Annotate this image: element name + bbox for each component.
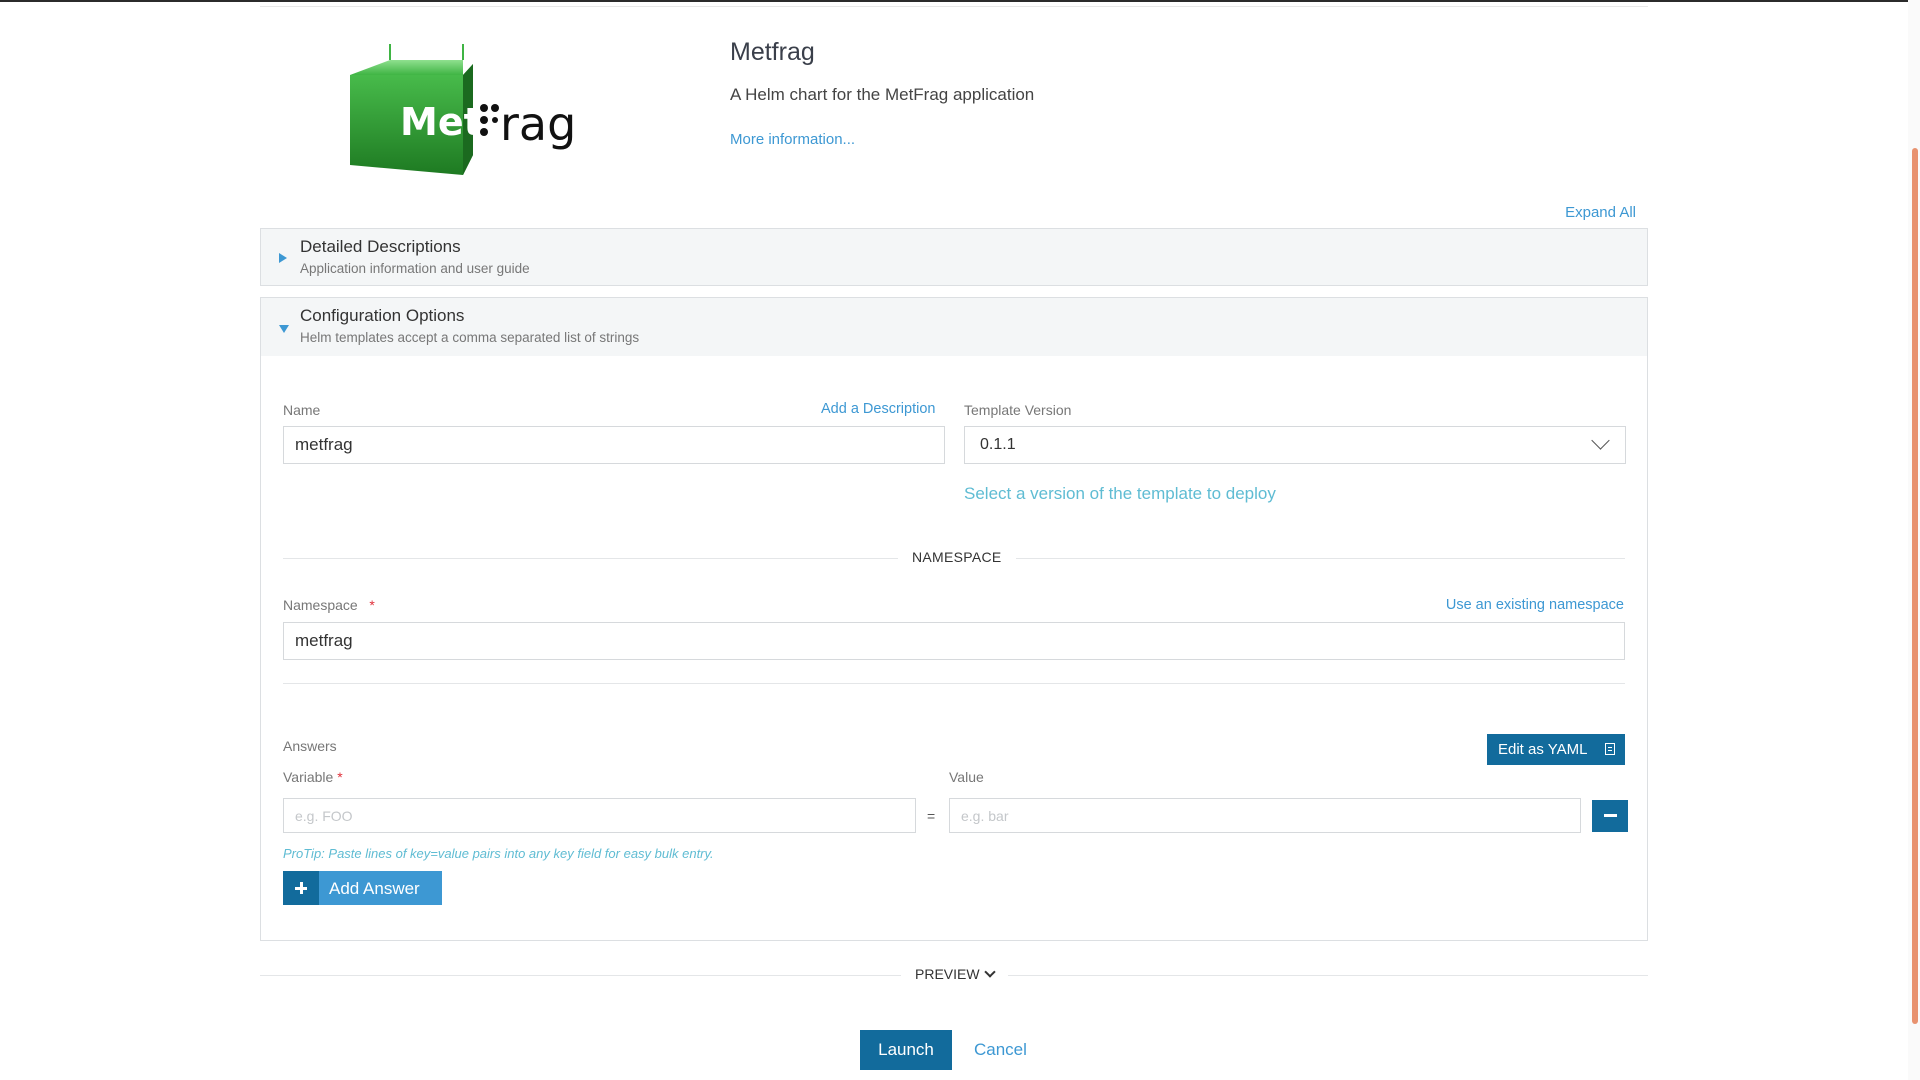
template-version-select[interactable]: 0.1.1 (964, 426, 1626, 464)
add-answer-label: Add Answer (329, 879, 420, 898)
template-version-label: Template Version (964, 402, 1072, 418)
logo-text-met: Met (400, 100, 482, 144)
namespace-input[interactable] (283, 622, 1625, 660)
template-version-value: 0.1.1 (980, 436, 1016, 453)
answers-label: Answers (283, 738, 337, 754)
launch-app-page: Met rag Metfrag A Helm chart for the Met… (260, 0, 1648, 1080)
app-title: Metfrag (730, 38, 815, 66)
scrollbar-thumb[interactable] (1912, 148, 1918, 1024)
header-divider (260, 6, 1648, 7)
accordion-detailed-descriptions[interactable]: Detailed Descriptions Application inform… (260, 228, 1648, 286)
minus-icon (1604, 814, 1617, 817)
namespace-label-text: Namespace (283, 597, 358, 613)
namespace-bottom-divider (283, 683, 1625, 684)
scrollbar-track[interactable] (1908, 0, 1920, 1080)
expand-all-link[interactable]: Expand All (1565, 204, 1636, 221)
variable-label: Variable * (283, 769, 343, 785)
add-description-link[interactable]: Add a Description (821, 401, 935, 417)
plus-icon (283, 871, 319, 905)
preview-toggle[interactable]: PREVIEW (901, 966, 1008, 982)
add-answer-button[interactable]: Add Answer (283, 871, 442, 905)
edit-as-yaml-button[interactable]: Edit as YAML (1487, 734, 1625, 765)
more-information-link[interactable]: More information... (730, 131, 855, 148)
use-existing-namespace-link[interactable]: Use an existing namespace (1446, 597, 1624, 613)
namespace-label: Namespace * (283, 597, 375, 613)
required-marker: * (369, 597, 375, 613)
metfrag-logo: Met rag (350, 44, 576, 175)
name-label: Name (283, 402, 321, 418)
edit-as-yaml-label: Edit as YAML (1498, 741, 1588, 758)
variable-label-text: Variable (283, 769, 334, 785)
required-marker: * (337, 769, 343, 785)
svg-text:rag: rag (500, 97, 576, 151)
accordion-title: Detailed Descriptions (300, 237, 461, 256)
name-input[interactable] (283, 426, 945, 464)
equals-sign: = (927, 808, 936, 824)
accordion-configuration-options[interactable]: Configuration Options Helm templates acc… (260, 297, 1648, 357)
app-description: A Helm chart for the MetFrag application (730, 85, 1035, 104)
namespace-section-title: NAMESPACE (898, 549, 1016, 565)
value-label: Value (949, 769, 984, 785)
chevron-down-icon (983, 966, 996, 978)
accordion-title: Configuration Options (300, 306, 465, 325)
clipboard-icon (1605, 743, 1615, 755)
preview-label: PREVIEW (915, 966, 980, 982)
launch-button[interactable]: Launch (860, 1030, 952, 1070)
value-input[interactable] (949, 798, 1581, 833)
remove-answer-button[interactable] (1592, 800, 1628, 832)
variable-input[interactable] (283, 798, 916, 833)
caret-right-icon (279, 253, 287, 263)
protip-text: ProTip: Paste lines of key=value pairs i… (283, 846, 714, 861)
chevron-down-icon (1591, 431, 1610, 450)
accordion-subtitle: Application information and user guide (300, 261, 530, 276)
accordion-subtitle: Helm templates accept a comma separated … (300, 330, 640, 345)
cancel-button[interactable]: Cancel (974, 1040, 1027, 1060)
caret-down-icon (279, 325, 289, 333)
template-version-help: Select a version of the template to depl… (964, 484, 1276, 503)
